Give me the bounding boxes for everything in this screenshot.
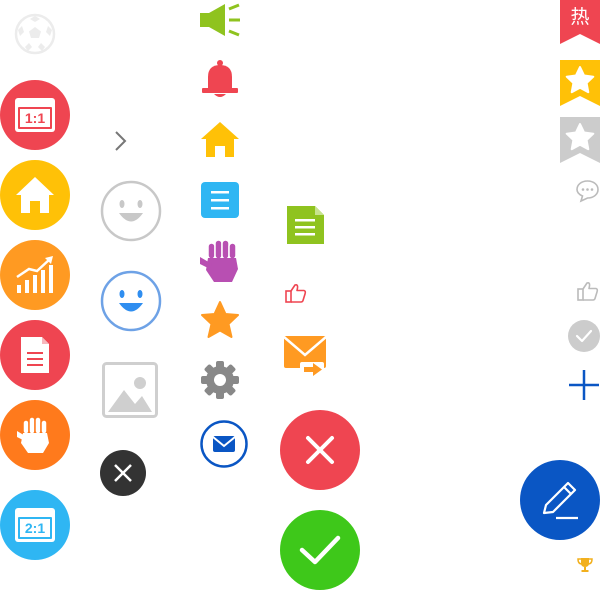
plus-icon[interactable] <box>568 369 600 401</box>
close-dark-button[interactable] <box>100 450 146 496</box>
smiley-blue-icon[interactable] <box>100 270 162 332</box>
close-icon <box>306 436 334 464</box>
confirm-button[interactable] <box>280 510 360 590</box>
mail-circle-icon[interactable] <box>200 420 248 468</box>
ratio-1-1-icon: 1:1 <box>15 98 55 132</box>
ratio-1-1-button[interactable]: 1:1 <box>0 80 70 150</box>
bell-icon[interactable] <box>200 58 240 100</box>
home-yellow-icon[interactable] <box>200 120 240 158</box>
ratio-2-1-button[interactable]: 2:1 <box>0 490 70 560</box>
trophy-icon <box>577 557 593 573</box>
ratio-1-1-label: 1:1 <box>24 110 46 126</box>
hot-ribbon-label: 热 <box>570 6 590 28</box>
chevron-right-icon[interactable] <box>112 130 128 152</box>
star-ribbon-yellow-icon[interactable] <box>560 60 600 106</box>
checkmark-icon <box>575 329 593 343</box>
list-blue-icon[interactable] <box>201 182 239 218</box>
document-button[interactable] <box>0 320 70 390</box>
star-ribbon-gray-icon[interactable] <box>560 117 600 163</box>
gear-icon[interactable] <box>200 360 240 400</box>
checkmark-icon <box>299 535 341 565</box>
cancel-button[interactable] <box>280 410 360 490</box>
pencil-icon <box>542 481 578 520</box>
edit-button[interactable] <box>520 460 600 540</box>
fist-button[interactable] <box>0 400 70 470</box>
comment-icon[interactable] <box>575 179 600 203</box>
document-green-icon[interactable] <box>284 204 326 246</box>
soccer-ball-icon <box>14 13 56 55</box>
growth-chart-icon <box>16 256 53 293</box>
image-placeholder-icon[interactable] <box>102 362 158 418</box>
home-icon <box>16 177 54 213</box>
ratio-2-1-icon: 2:1 <box>15 508 55 542</box>
thumbs-up-red-icon[interactable] <box>284 281 308 305</box>
ratio-2-1-label: 2:1 <box>24 520 46 536</box>
fist-icon <box>17 416 49 453</box>
megaphone-icon[interactable] <box>198 2 242 38</box>
star-orange-icon[interactable] <box>200 300 240 340</box>
mail-forward-icon[interactable] <box>282 334 328 380</box>
stats-button[interactable] <box>0 240 70 310</box>
hot-ribbon-badge: 热 <box>560 0 600 44</box>
thumbs-up-gray-icon[interactable] <box>576 279 600 303</box>
fist-purple-icon[interactable] <box>198 238 242 284</box>
document-icon <box>21 337 49 373</box>
close-icon <box>114 464 132 482</box>
smiley-gray-icon[interactable] <box>100 180 162 242</box>
check-gray-button[interactable] <box>568 320 600 352</box>
home-button[interactable] <box>0 160 70 230</box>
